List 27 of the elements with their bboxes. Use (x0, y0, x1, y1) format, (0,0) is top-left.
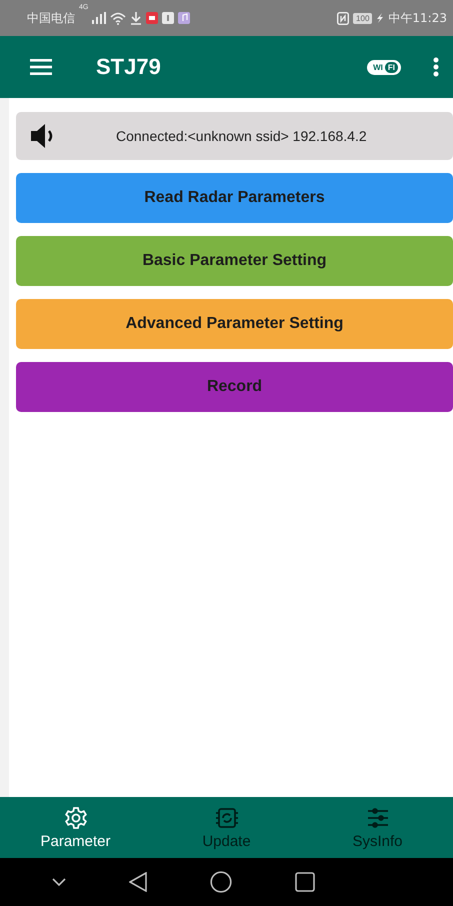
action-button[interactable]: Basic Parameter Setting (16, 236, 453, 286)
back-icon (129, 872, 147, 892)
signal-icon (92, 12, 106, 24)
menu-icon (30, 59, 52, 75)
wifi-button[interactable]: WI FI (367, 60, 401, 74)
battery-level: 100 (353, 12, 372, 24)
notification-icon (146, 12, 158, 24)
app-title: STJ79 (96, 54, 162, 80)
settings-icon (64, 806, 88, 830)
charging-icon (376, 13, 384, 23)
nav-tab[interactable]: Parameter (16, 804, 136, 852)
carrier-name: 中国电信 (27, 10, 75, 26)
recents-icon (295, 872, 315, 892)
more-icon (433, 57, 439, 77)
nfc-icon (337, 12, 350, 24)
chevron-down-icon (52, 878, 66, 886)
clock: 中午11:23 (388, 10, 447, 26)
wifi-icon (110, 12, 126, 24)
action-button[interactable]: Read Radar Parameters (16, 173, 453, 223)
music-icon (178, 12, 190, 24)
connection-status: Connected:<unknown ssid> 192.168.4.2 (116, 128, 367, 144)
home-icon (210, 871, 232, 893)
notification-icon (162, 12, 174, 24)
sliders-icon (366, 806, 390, 830)
chip-icon (214, 806, 238, 830)
download-icon (130, 12, 142, 24)
action-button[interactable]: Advanced Parameter Setting (16, 299, 453, 349)
